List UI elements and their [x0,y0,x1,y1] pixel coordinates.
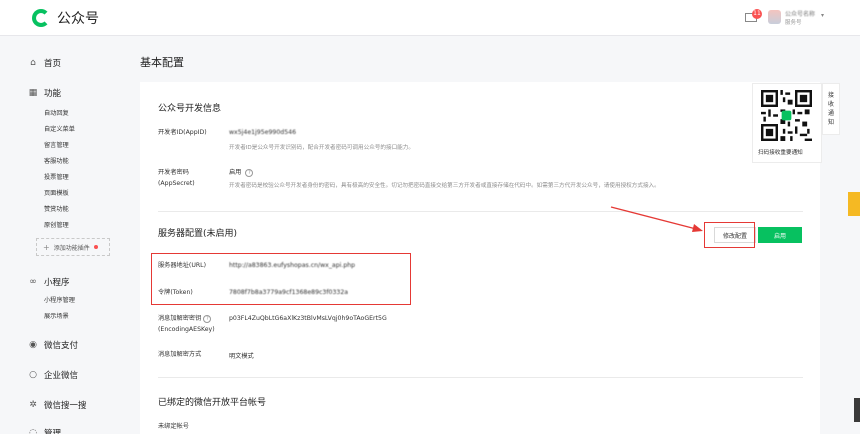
sparkle-icon: ✲ [29,400,37,410]
server-config-title: 服务器配置(未启用) [158,229,238,239]
avatar[interactable] [768,10,781,24]
sidebar-item-vote[interactable]: 投票管理 [44,172,69,181]
account-name[interactable]: 公众号名称 [785,9,815,18]
secret-status: 启用 ? [229,167,254,177]
sidebar-item-label: 微信支付 [44,341,79,351]
highlight-box-url-token [151,253,411,305]
side-tab-char: 知 [827,119,834,126]
encrypt-mode-value: 明文模式 [229,353,254,360]
aeskey-label-line1: 消息加解密密钥 [158,315,202,322]
sidebar-item-label: 首页 [44,59,62,69]
appid-desc: 开发者ID是公众号开发识别码，配合开发者密码可调用公众号的接口能力。 [229,145,414,151]
secret-label: 开发者密码 (AppSecret) [158,167,195,189]
annotation-arrow-icon [610,206,703,232]
secret-status-text: 启用 [229,169,242,176]
side-tab-char: 通 [827,110,834,117]
top-bar: 公众号 11 公众号名称 服务号 ▾ [0,0,860,36]
sidebar-item-label: 企业微信 [44,371,79,381]
sidebar-item-auto-reply[interactable]: 自动回复 [44,108,69,117]
add-plugin-button[interactable]: + 添加功能插件 [36,238,110,256]
sidebar-item-wechat-pay[interactable]: ◉ 微信支付 [28,339,78,351]
wechat-official-logo-icon [32,9,50,27]
page-title: 基本配置 [140,56,184,69]
new-dot-badge [93,245,98,249]
encrypt-mode-label: 消息加解密方式 [158,351,202,358]
add-plugin-label: 添加功能插件 [53,244,90,252]
link-icon: ∞ [29,277,37,287]
sidebar-item-label: 管理 [44,429,62,434]
open-platform-title: 已绑定的微信开放平台帐号 [158,398,267,408]
manage-icon: ◌ [29,428,37,434]
aeskey-value[interactable]: p03FL4ZuQbLtG6aXlKz3tBlvMsLVqj0h9oTAoGEr… [229,315,387,322]
sidebar-item-custom-menu[interactable]: 自定义菜单 [44,124,75,133]
sidebar: ⌂ 首页 ▦ 功能 自动回复 自定义菜单 留言管理 客服功能 投票管理 页面模板… [0,36,120,434]
sidebar-item-comments[interactable]: 留言管理 [44,140,69,149]
sidebar-item-page-template[interactable]: 页面模板 [44,188,69,197]
edge-scroll-widget[interactable] [854,398,860,422]
sidebar-item-original[interactable]: 原创管理 [44,220,69,229]
home-icon: ⌂ [30,58,36,68]
app-name: 公众号 [57,11,99,27]
divider [158,377,803,378]
logo[interactable]: 公众号 [32,8,99,28]
highlight-box-modify [704,222,755,248]
dev-info-title: 公众号开发信息 [158,104,222,114]
secret-label-line1: 开发者密码 [158,169,189,176]
secret-label-line2: (AppSecret) [158,180,195,187]
sidebar-item-miniprogram-manage[interactable]: 小程序管理 [44,295,75,304]
grid-icon: ▦ [28,88,38,98]
sidebar-item-label: 微信搜一搜 [44,401,87,411]
enable-button[interactable]: 启用 [758,227,802,243]
qr-code-icon [761,90,812,141]
unbound-label: 未绑定帐号 [158,423,189,430]
plus-icon: + [43,242,50,252]
sidebar-item-display-scene[interactable]: 展示场景 [44,311,69,320]
help-icon[interactable]: ? [245,169,254,177]
sidebar-group-miniprogram[interactable]: ∞ 小程序 [28,276,70,288]
appid-label: 开发者ID(AppID) [158,129,207,136]
sidebar-item-work-wechat[interactable]: ○ 企业微信 [28,369,78,381]
aeskey-label: 消息加解密密钥? (EncodingAESKey) [158,313,215,335]
secret-desc: 开发者密码是校验公众号开发者身份的密码，具有极高的安全性。切记勿把密码直接交给第… [229,183,660,189]
sidebar-item-home[interactable]: ⌂ 首页 [28,57,61,69]
help-icon[interactable]: ? [203,315,212,323]
sidebar-item-search[interactable]: ✲ 微信搜一搜 [28,399,87,411]
aeskey-label-line2: (EncodingAESKey) [158,326,215,333]
sidebar-item-reward[interactable]: 赞赏功能 [44,204,69,213]
sidebar-item-manage[interactable]: ◌ 管理 [28,427,61,434]
pay-icon: ◉ [29,340,37,350]
chat-icon: ○ [29,370,37,380]
side-tab-char: 接 [827,92,834,99]
sidebar-group-label: 功能 [44,89,62,99]
sidebar-group-label: 小程序 [44,278,70,288]
appid-value[interactable]: wx5j4e1j95e990d546 [229,129,296,136]
qr-caption: 扫码接收重要通知 [758,150,803,156]
side-tab-char: 收 [827,101,834,108]
sidebar-item-customer-service[interactable]: 客服功能 [44,156,69,165]
account-type: 服务号 [785,20,802,26]
edge-floating-tab[interactable] [848,192,860,216]
sidebar-group-functions[interactable]: ▦ 功能 [28,87,61,99]
receive-notice-tab[interactable]: 接 收 通 知 [822,83,840,135]
chevron-down-icon[interactable]: ▾ [821,12,824,19]
mail-badge: 11 [752,9,762,19]
